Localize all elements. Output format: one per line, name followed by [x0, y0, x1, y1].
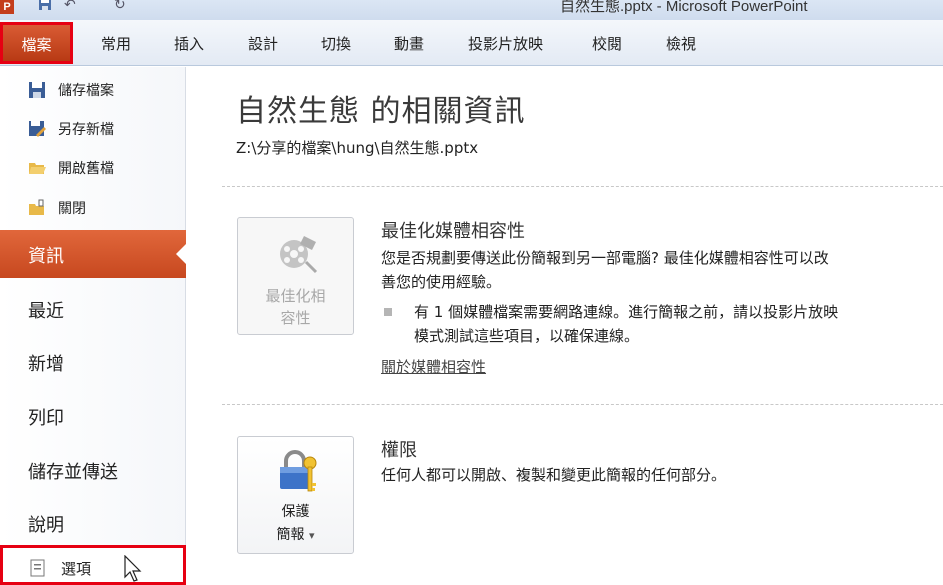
close-command-label: 關閉 — [58, 201, 86, 217]
tab-design[interactable]: 設計 — [248, 33, 278, 54]
media-bullet-text: 有 1 個媒體檔案需要網路連線。進行簡報之前，請以投影片放映 模式測試這些項目，… — [414, 300, 838, 348]
media-description-line2: 善您的使用經驗。 — [381, 273, 502, 291]
powerpoint-logo-icon: P — [0, 0, 14, 14]
open-command-label: 開啟舊檔 — [58, 161, 114, 177]
file-tab[interactable]: 檔案 — [0, 22, 73, 64]
backstage-nav: 儲存檔案 另存新檔 開啟舊檔 關閉 資訊 最近 新增 列印 儲存並傳送 說明 選… — [0, 67, 186, 585]
permissions-heading: 權限 — [381, 440, 417, 461]
undo-icon[interactable]: ↶ — [64, 0, 76, 13]
tab-insert[interactable]: 插入 — [174, 33, 204, 54]
optimize-media-label-line2: 容性 — [280, 309, 311, 327]
permissions-description: 任何人都可以開啟、複製和變更此簡報的任何部分。 — [381, 466, 727, 484]
selection-pointer — [176, 244, 186, 264]
optimize-media-button-label: 最佳化相 容性 — [238, 285, 353, 329]
protect-presentation-label: 保護 簡報 ▾ — [238, 501, 353, 547]
media-section-heading: 最佳化媒體相容性 — [381, 221, 525, 242]
redo-icon[interactable]: ↻ — [114, 0, 126, 13]
lock-key-icon — [280, 450, 317, 492]
ribbon-tab-bar: 檔案 常用 插入 設計 切換 動畫 投影片放映 校閱 檢視 — [0, 20, 943, 66]
tab-slideshow[interactable]: 投影片放映 — [468, 33, 543, 54]
save-as-icon — [29, 121, 46, 137]
nav-item-print[interactable]: 列印 — [28, 404, 64, 430]
open-folder-icon — [29, 163, 46, 174]
save-icon[interactable] — [38, 0, 52, 15]
tab-transitions[interactable]: 切換 — [321, 33, 351, 54]
protect-presentation-button[interactable]: 保護 簡報 ▾ — [237, 436, 354, 554]
nav-item-info[interactable]: 資訊 — [0, 230, 186, 278]
mouse-cursor-icon — [124, 555, 142, 582]
divider — [222, 186, 943, 187]
title-bar: P ↶ ↻ 自然生態.pptx - Microsoft PowerPoint — [0, 0, 943, 20]
nav-item-new[interactable]: 新增 — [28, 350, 64, 376]
media-bullet-line1: 有 1 個媒體檔案需要網路連線。進行簡報之前，請以投影片放映 — [414, 303, 839, 321]
save-command-label: 儲存檔案 — [58, 83, 114, 99]
nav-item-save-send[interactable]: 儲存並傳送 — [28, 458, 118, 484]
bullet-icon — [384, 308, 392, 316]
tab-view[interactable]: 檢視 — [666, 33, 696, 54]
media-description-line1: 您是否規劃要傳送此份簡報到另一部電腦? 最佳化媒體相容性可以改 — [381, 249, 829, 267]
close-folder-icon — [29, 199, 44, 215]
protect-label-text: 簡報 — [276, 527, 305, 543]
optimize-media-button: 最佳化相 容性 — [237, 217, 354, 335]
dropdown-arrow-icon: ▾ — [308, 529, 315, 542]
tab-animations[interactable]: 動畫 — [394, 33, 424, 54]
window-title: 自然生態.pptx - Microsoft PowerPoint — [560, 0, 808, 15]
tab-review[interactable]: 校閱 — [592, 33, 622, 54]
save-icon — [29, 82, 45, 98]
nav-item-recent[interactable]: 最近 — [28, 297, 64, 323]
options-command[interactable]: 選項 — [0, 545, 186, 585]
protect-label-line1: 保護 — [281, 504, 310, 520]
page-title: 自然生態 的相關資訊 — [236, 94, 526, 129]
file-path: Z:\分享的檔案\hung\自然生態.pptx — [236, 139, 479, 157]
nav-item-info-label: 資訊 — [28, 246, 64, 267]
optimize-media-label-line1: 最佳化相 — [265, 287, 326, 305]
options-label: 選項 — [61, 560, 92, 578]
media-bullet-line2: 模式測試這些項目，以確保連線。 — [414, 327, 640, 345]
nav-item-help[interactable]: 說明 — [28, 511, 64, 537]
save-as-command-label: 另存新檔 — [58, 122, 114, 138]
media-compatibility-link[interactable]: 關於媒體相容性 — [381, 356, 486, 377]
film-reel-icon — [280, 236, 318, 274]
options-icon — [30, 559, 45, 577]
divider — [222, 404, 943, 405]
protect-label-line2: 簡報 ▾ — [238, 524, 353, 547]
tab-home[interactable]: 常用 — [101, 33, 131, 54]
